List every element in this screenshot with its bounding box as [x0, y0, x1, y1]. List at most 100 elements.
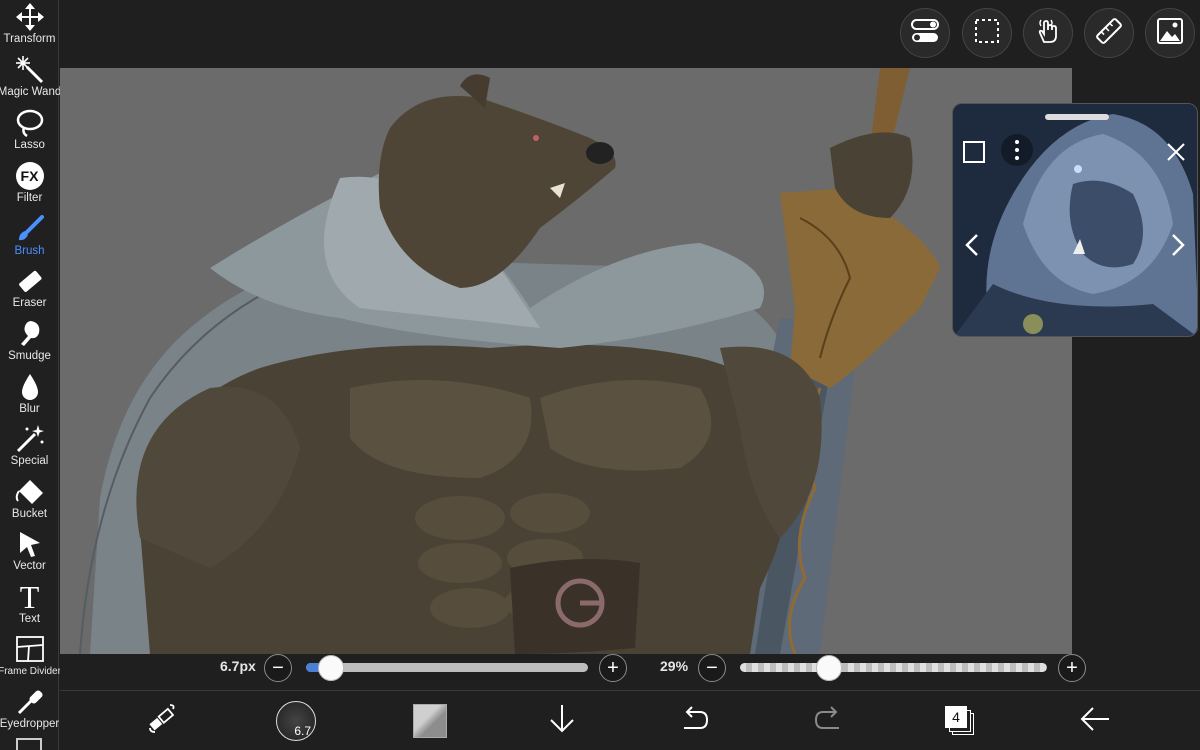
tool-smudge[interactable]: Smudge [0, 317, 59, 369]
brush-size-value: 6.7 [294, 724, 311, 738]
toggle-icon [911, 18, 939, 49]
back-arrow-icon [1079, 706, 1111, 737]
download-button[interactable] [542, 701, 582, 741]
plus-icon: + [1066, 657, 1078, 679]
special-sparkle-icon [15, 424, 45, 454]
hand-touch-icon [1034, 17, 1062, 50]
download-icon [547, 703, 577, 740]
toggle-button[interactable] [900, 8, 950, 58]
brush-size-button[interactable]: 6.7 [275, 700, 317, 742]
opacity-decrease-button[interactable]: − [698, 654, 726, 682]
reference-image-button[interactable] [1145, 8, 1195, 58]
brush-size-thumb[interactable] [318, 655, 345, 681]
tool-filter[interactable]: FX Filter [0, 159, 59, 211]
tool-vector[interactable]: Vector [0, 527, 59, 579]
minus-icon: − [706, 657, 718, 679]
tool-label: Smudge [8, 350, 51, 362]
ruler-icon [1095, 17, 1123, 50]
brush-size-label: 6.7px [220, 658, 256, 674]
tool-label: Eraser [12, 297, 47, 309]
opacity-increase-button[interactable]: + [1058, 654, 1086, 682]
tool-label: Special [10, 455, 49, 467]
opacity-slider[interactable] [740, 655, 1047, 681]
brush-size-slider[interactable] [306, 655, 588, 681]
tool-label: Bucket [11, 508, 48, 520]
redo-icon [813, 705, 843, 737]
selection-button[interactable] [962, 8, 1012, 58]
layer-count: 4 [945, 706, 967, 728]
chevron-right-icon[interactable] [1167, 232, 1189, 258]
more-vertical-icon[interactable] [1001, 134, 1033, 166]
undo-button[interactable] [675, 701, 715, 741]
brush-size-decrease-button[interactable]: − [264, 654, 292, 682]
tool-magic-wand[interactable]: Magic Wand [0, 53, 62, 105]
artwork [79, 68, 940, 654]
close-icon[interactable] [1165, 141, 1187, 163]
tool-text[interactable]: T Text [0, 580, 59, 632]
eyedropper-icon [15, 687, 45, 717]
tool-label: Frame Divider [0, 666, 61, 677]
back-button[interactable] [1075, 701, 1115, 741]
ruler-button[interactable] [1084, 8, 1134, 58]
brush-size-icon: 6.7 [276, 701, 316, 741]
chevron-left-icon[interactable] [961, 232, 983, 258]
swap-colors-button[interactable] [142, 701, 182, 741]
tool-label: Brush [14, 245, 45, 257]
redo-button[interactable] [808, 701, 848, 741]
vector-cursor-icon [15, 529, 45, 559]
tool-eyedropper[interactable]: Eyedropper [0, 685, 59, 737]
color-swatch-button[interactable] [410, 701, 450, 741]
tool-lasso[interactable]: Lasso [0, 106, 59, 158]
brush-icon [15, 214, 45, 244]
tool-label: Transform [3, 33, 56, 45]
fx-glyph: FX [15, 162, 44, 190]
tool-special[interactable]: Special [0, 422, 59, 474]
text-glyph: T [19, 579, 40, 615]
tool-blur[interactable]: Blur [0, 370, 59, 422]
tool-eraser[interactable]: Eraser [0, 264, 59, 316]
drag-handle[interactable] [1045, 114, 1109, 120]
minus-icon: − [272, 657, 284, 679]
opacity-thumb[interactable] [816, 655, 843, 681]
layers-button[interactable]: 4 [940, 701, 980, 741]
magic-wand-icon [15, 55, 45, 85]
tool-label: Text [18, 613, 41, 625]
tool-label: Filter [16, 192, 43, 204]
tool-label: Magic Wand [0, 86, 62, 98]
tool-frame-divider[interactable]: Frame Divider [0, 632, 61, 684]
selection-icon [974, 18, 1000, 49]
plus-icon: + [607, 657, 619, 679]
tool-label: Vector [13, 560, 46, 572]
tool-bucket[interactable]: Bucket [0, 475, 59, 527]
layers-icon: 4 [944, 705, 976, 737]
tool-label: Eyedropper [0, 718, 60, 730]
tool-sidebar: Transform Magic Wand Lasso FX Filter Bru… [0, 0, 62, 750]
transform-arrows-icon [15, 2, 45, 32]
frame-divider-icon [15, 634, 45, 664]
blur-drop-icon [15, 372, 45, 402]
eraser-icon [15, 266, 45, 296]
square-icon[interactable] [961, 139, 987, 165]
bucket-icon [15, 477, 45, 507]
reference-image [953, 104, 1197, 336]
opacity-label: 29% [660, 658, 689, 674]
brush-size-increase-button[interactable]: + [599, 654, 627, 682]
color-swatch-icon [413, 704, 447, 738]
undo-icon [680, 705, 710, 737]
reference-window[interactable] [952, 103, 1198, 337]
tool-label: Lasso [14, 139, 45, 151]
reference-image-icon [1156, 17, 1184, 50]
tool-label: Blur [19, 403, 40, 415]
smudge-icon [15, 319, 45, 349]
tool-brush[interactable]: Brush [0, 212, 59, 264]
lasso-icon [15, 108, 45, 138]
drawing-canvas[interactable] [60, 68, 1072, 654]
bottom-bar: 6.7 4 [60, 690, 1200, 750]
fx-filter-icon: FX [15, 161, 45, 191]
more-tools-icon[interactable] [16, 738, 42, 750]
slider-row: 6.7px − + 29% − + [60, 654, 1200, 690]
hand-touch-button[interactable] [1023, 8, 1073, 58]
swap-colors-icon [145, 702, 179, 741]
tool-transform[interactable]: Transform [0, 0, 59, 52]
text-icon: T [15, 579, 45, 615]
